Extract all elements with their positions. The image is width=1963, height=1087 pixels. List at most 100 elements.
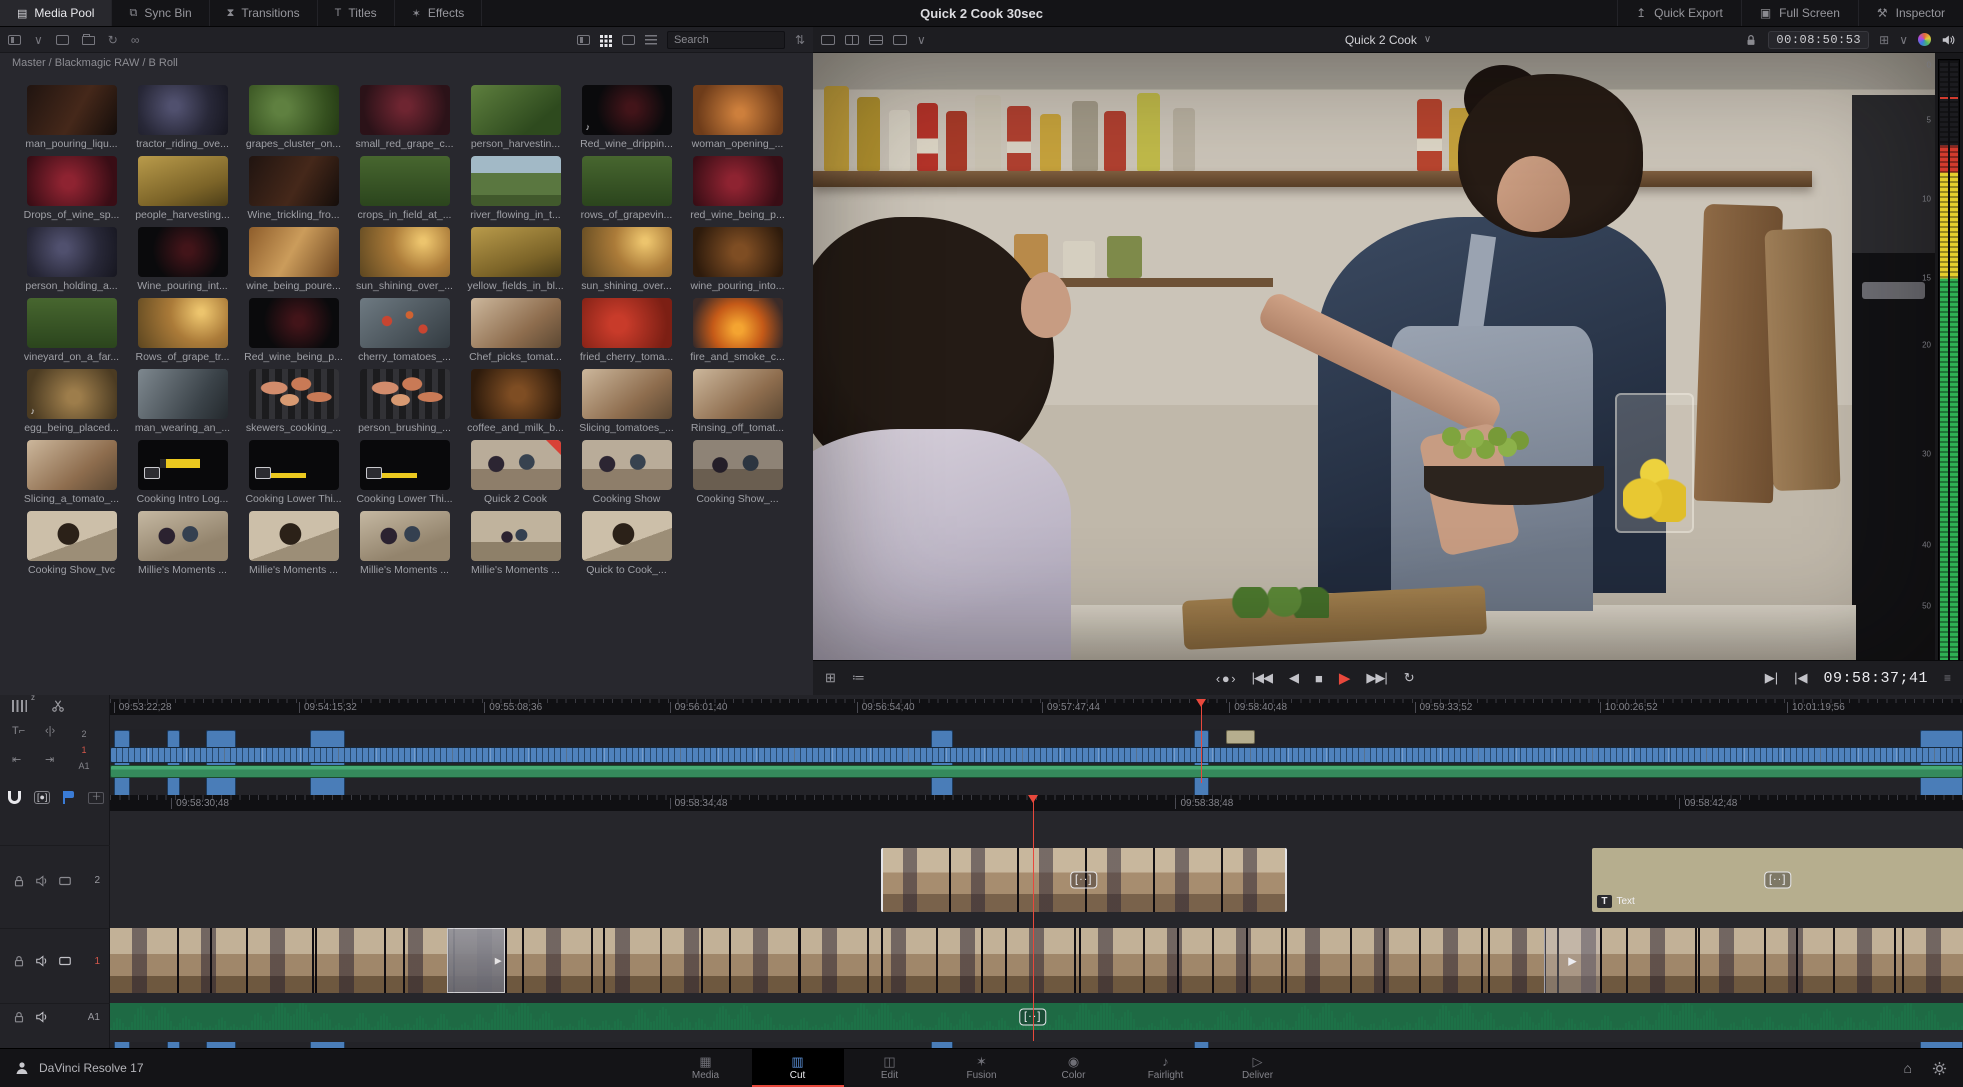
media-clip[interactable]: ♪ Cooking Show_tvc (16, 505, 127, 576)
flag-icon[interactable] (63, 791, 75, 804)
video-clip-v1[interactable] (110, 928, 1963, 993)
breadcrumb[interactable]: Master / Blackmagic RAW / B Roll (12, 57, 178, 69)
video-clip-v2[interactable]: [··] (880, 848, 1287, 912)
tools-icon[interactable]: ⊞ (825, 670, 836, 686)
media-clip[interactable]: ♪ river_flowing_in_t... (460, 150, 571, 221)
overview-playhead[interactable] (1196, 699, 1207, 783)
page-button[interactable]: ▦ Media (660, 1049, 752, 1087)
video-enable-icon[interactable] (58, 954, 72, 968)
speaker-icon[interactable] (1941, 33, 1955, 47)
cut-line[interactable] (1698, 928, 1701, 993)
overview-ruler[interactable]: 09:53:22;28 09:54:15;32 09:55:08;36 09:56:0… (110, 699, 1963, 715)
media-clip[interactable]: ♪ Rows_of_grape_tr... (127, 292, 238, 363)
media-clip[interactable]: ♪ red_wine_being_p... (682, 150, 793, 221)
media-clip[interactable]: ♪ Chef_picks_tomat... (460, 292, 571, 363)
media-clip[interactable]: ♪ Millie's Moments ... (238, 505, 349, 576)
media-clip[interactable]: ♪ man_pouring_liqu... (16, 79, 127, 150)
media-clip[interactable]: ♪ egg_being_placed... (16, 363, 127, 434)
top-action-button[interactable]: ⚒ Inspector (1857, 0, 1963, 26)
project-manager-icon[interactable]: ⌂ (1904, 1060, 1912, 1076)
transform-icon[interactable]: ≔ (852, 670, 865, 686)
media-clip[interactable]: ♪ wine_being_poure... (238, 221, 349, 292)
sort-icon[interactable]: ⇅ (795, 34, 805, 46)
top-action-button[interactable]: ↥ Quick Export (1617, 0, 1741, 26)
cut-line[interactable] (1796, 928, 1799, 993)
media-clip[interactable]: ♪ skewers_cooking_... (238, 363, 349, 434)
media-clip[interactable]: ♪ man_wearing_an_... (127, 363, 238, 434)
text-title-clip[interactable]: [··] T Text (1592, 848, 1963, 912)
cut-line[interactable] (602, 928, 605, 993)
match-frame-icon[interactable]: ⊞ (1879, 34, 1889, 46)
thumbnail-view-icon[interactable] (599, 34, 612, 46)
sync-skip-back-icon[interactable]: ⇤ (12, 753, 31, 766)
bin-list-toggle-icon[interactable] (8, 34, 21, 45)
page-button[interactable]: ◫ Edit (844, 1049, 936, 1087)
goto-in-button[interactable]: |◀ (1794, 670, 1807, 686)
trim-tool-icon[interactable]: ‹|› (45, 725, 64, 737)
media-clip[interactable]: ♪ Wine_pouring_int... (127, 221, 238, 292)
viewer-menu-icon[interactable]: ≡ (1944, 672, 1951, 684)
media-clip[interactable]: ♪ tractor_riding_ove... (127, 79, 238, 150)
metadata-view-icon[interactable] (576, 34, 590, 45)
media-clip[interactable]: ♪ Cooking Lower Thi... (238, 434, 349, 505)
play-button[interactable]: ▶ (1339, 669, 1351, 687)
media-clip[interactable]: ♪ yellow_fields_in_bl... (460, 221, 571, 292)
media-clip[interactable]: ♪ Millie's Moments ... (127, 505, 238, 576)
media-clip[interactable]: ♪ grapes_cluster_on... (238, 79, 349, 150)
snapping-magnet-icon[interactable] (8, 791, 21, 804)
media-clip[interactable]: ♪ small_red_grape_c... (349, 79, 460, 150)
media-clip[interactable]: ♪ Red_wine_drippin... (571, 79, 682, 150)
loop-button[interactable]: ↻ (1404, 670, 1415, 686)
bin-list-chevron-icon[interactable]: ∨ (34, 34, 43, 46)
media-clip[interactable]: ♪ fried_cherry_toma... (571, 292, 682, 363)
relink-icon[interactable]: ∞ (131, 34, 140, 46)
media-clip[interactable]: ♪ person_holding_a... (16, 221, 127, 292)
cut-line[interactable] (402, 928, 405, 993)
cut-line[interactable] (1894, 928, 1897, 993)
media-clip[interactable]: ♪ person_harvestin... (460, 79, 571, 150)
media-clip[interactable]: ♪ Cooking Intro Log... (127, 434, 238, 505)
goto-out-button[interactable]: ▶| (1765, 670, 1778, 686)
overview-track-a1[interactable] (110, 765, 1963, 778)
media-clip[interactable]: ♪ Cooking Lower Thi... (349, 434, 460, 505)
lock-icon[interactable] (12, 954, 26, 968)
page-button[interactable]: ♪ Fairlight (1120, 1049, 1212, 1087)
cut-line[interactable] (701, 928, 704, 993)
new-bin-icon[interactable] (81, 34, 95, 45)
overview-track-v2[interactable] (110, 729, 1963, 1087)
boring-detector-icon[interactable] (12, 693, 35, 712)
track-a1-lane[interactable]: [··] (110, 1003, 1963, 1030)
media-clip[interactable]: ♪ rows_of_grapevin... (571, 150, 682, 221)
cut-line[interactable] (1383, 928, 1385, 993)
cut-line[interactable] (1079, 928, 1082, 993)
sync-skip-forward-icon[interactable]: ⇥ (45, 753, 64, 766)
cut-line[interactable] (1481, 928, 1484, 993)
media-clip[interactable]: ♪ Cooking Show (571, 434, 682, 505)
media-clip[interactable]: ♪ Quick 2 Cook (460, 434, 571, 505)
media-clip[interactable]: ♪ Slicing_a_tomato_... (16, 434, 127, 505)
panel-tab[interactable]: ✶ Effects (395, 0, 483, 26)
mute-icon[interactable] (35, 874, 49, 888)
lock-icon[interactable] (12, 1010, 26, 1024)
cut-line[interactable] (311, 928, 314, 993)
strip-view-icon[interactable] (621, 34, 635, 45)
media-clip[interactable]: ♪ sun_shining_over... (571, 221, 682, 292)
add-track-icon[interactable]: ＋ (88, 791, 105, 804)
cut-line[interactable] (210, 928, 213, 993)
zoom-mode-icon[interactable] (893, 34, 907, 45)
media-clip[interactable]: ♪ Drops_of_wine_sp... (16, 150, 127, 221)
transition-segment[interactable] (1544, 928, 1600, 993)
video-enable-icon[interactable] (58, 874, 72, 888)
timeline-selector[interactable]: Quick 2 Cook ∨ (1345, 33, 1431, 47)
cut-line[interactable] (504, 928, 507, 993)
lock-icon[interactable] (12, 874, 26, 888)
cut-line[interactable] (1599, 928, 1602, 993)
refresh-icon[interactable]: ↻ (108, 34, 118, 46)
panel-tab[interactable]: ▤ Media Pool (0, 0, 113, 26)
import-media-icon[interactable] (55, 34, 69, 45)
duration-timecode[interactable]: 00:08:50:53 (1768, 30, 1870, 49)
panel-tab[interactable]: ⧗ Transitions (210, 0, 318, 26)
cut-line[interactable] (1177, 928, 1180, 993)
media-clip[interactable]: ♪ cherry_tomatoes_... (349, 292, 460, 363)
multicam-view-icon[interactable] (869, 34, 883, 45)
